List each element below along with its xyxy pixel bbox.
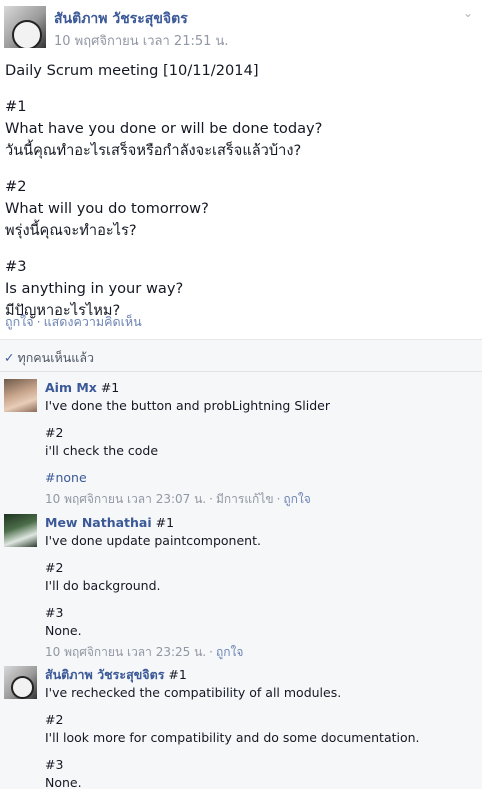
post-line: วันนี้คุณทำอะไรเสร็จหรือกำลังจะเสร็จแล้ว… — [5, 142, 302, 159]
comment-meta: 10 พฤศจิกายน เวลา 23:25 น. · ถูกใจ — [45, 645, 244, 659]
seen-by-indicator[interactable]: ✓ ทุกคนเห็นแล้ว — [4, 348, 94, 368]
comment-text: i'll check the code — [45, 443, 159, 458]
comment-text: #1 — [168, 667, 187, 682]
post-line: พรุ่งนี้คุณจะทำอะไร? — [5, 222, 137, 239]
avatar[interactable] — [4, 514, 37, 547]
comment-text: #1 — [100, 380, 120, 395]
comment-text: I've done the button and probLightning S… — [45, 398, 330, 413]
commenter-name[interactable]: Aim Mx — [45, 380, 97, 395]
divider — [0, 371, 482, 372]
comment-text: None. — [45, 775, 82, 789]
comment-text: None. — [45, 623, 82, 638]
comment-text: I've done update paintcomponent. — [45, 533, 261, 548]
post-line: What will you do tomorrow? — [5, 200, 209, 217]
comment-text: #2 — [45, 560, 64, 575]
comment-text: I'll look more for compatibility and do … — [45, 730, 420, 745]
comment-timestamp[interactable]: 10 พฤศจิกายน เวลา 23:07 น. — [45, 492, 206, 506]
comment-like-link[interactable]: ถูกใจ — [216, 645, 243, 659]
post-card: สันติภาพ วัชระสุขจิตร 10 พฤศจิกายน เวลา … — [0, 0, 482, 340]
avatar[interactable] — [4, 666, 37, 699]
post-author-name[interactable]: สันติภาพ วัชระสุขจิตร — [54, 8, 188, 30]
seen-label: ทุกคนเห็นแล้ว — [17, 350, 94, 365]
comment-body: Mew Nathathai #1 I've done update paintc… — [45, 514, 475, 661]
post-timestamp[interactable]: 10 พฤศจิกายน เวลา 21:51 น. — [54, 30, 229, 51]
comment-body: สันติภาพ วัชระสุขจิตร #1 I've rechecked … — [45, 666, 475, 789]
avatar[interactable] — [4, 379, 37, 412]
post-line: #1 — [5, 98, 27, 115]
comment-like-link[interactable]: ถูกใจ — [283, 492, 310, 506]
comment-text: I've rechecked the compatibility of all … — [45, 685, 342, 700]
post-line: What have you done or will be done today… — [5, 120, 323, 137]
comment-text: #2 — [45, 425, 64, 440]
edited-label[interactable]: มีการแก้ไข — [216, 492, 274, 506]
post-actions: ถูกใจ · แสดงความคิดเห็น — [5, 312, 142, 332]
post-line: Is anything in your way? — [5, 280, 184, 297]
separator-dot: · — [36, 314, 41, 329]
comment-link[interactable]: แสดงความคิดเห็น — [44, 314, 142, 329]
comment-text: #3 — [45, 605, 64, 620]
post-line: #3 — [5, 258, 27, 275]
like-link[interactable]: ถูกใจ — [5, 314, 34, 329]
commenter-name[interactable]: สันติภาพ วัชระสุขจิตร — [45, 667, 164, 682]
hashtag-link[interactable]: #none — [45, 469, 475, 487]
comment-text: #2 — [45, 712, 64, 727]
comment-meta: 10 พฤศจิกายน เวลา 23:07 น. · มีการแก้ไข · ถู… — [45, 492, 311, 506]
comment-text: I'll do background. — [45, 578, 161, 593]
comment-text: #1 — [155, 515, 175, 530]
checkmark-icon: ✓ — [4, 350, 15, 365]
comment-text: #3 — [45, 757, 64, 772]
comment-body: Aim Mx #1 I've done the button and probL… — [45, 379, 475, 508]
post-body: Daily Scrum meeting [10/11/2014] #1 What… — [5, 60, 475, 322]
comments-section: ✓ ทุกคนเห็นแล้ว Aim Mx #1 I've done the b… — [0, 340, 482, 789]
author-avatar[interactable] — [4, 6, 46, 48]
post-line: Daily Scrum meeting [10/11/2014] — [5, 62, 259, 79]
post-line: #2 — [5, 178, 27, 195]
comment-timestamp[interactable]: 10 พฤศจิกายน เวลา 23:25 น. — [45, 645, 206, 659]
commenter-name[interactable]: Mew Nathathai — [45, 515, 152, 530]
chevron-down-icon[interactable]: ⌄ — [461, 6, 475, 20]
